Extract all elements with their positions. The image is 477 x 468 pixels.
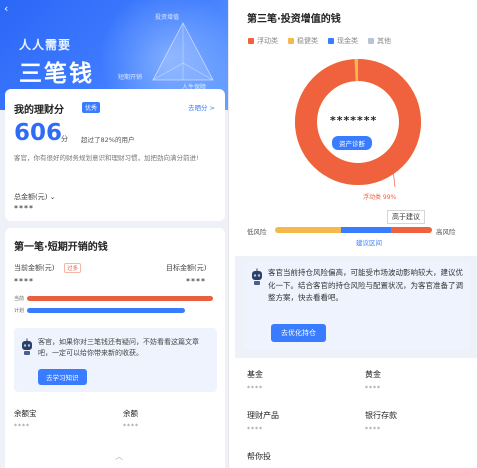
asset-legend: 浮动类 稳健类 现金类 其他 [248,36,401,46]
score-beat-text: 超过了82%的用户 [81,136,135,144]
yuebao-value: **** [14,423,30,430]
left-screen: ‹ 投资增值 短期开销 人生保障 人人需要 三笔钱 我的理财分 优秀 去晒分 >… [0,0,229,468]
legend-label: 浮动类 [257,37,278,45]
tag-short: 短期开销 [118,74,143,81]
bar-current-label: 当前 [14,296,25,302]
gold-label[interactable]: 黄金 [365,369,381,380]
risk-segment-high [391,227,432,233]
hero-line1: 人人需要 [19,38,72,52]
score-unit: 分 [61,135,68,143]
legend-item: 现金类 [328,36,358,46]
risk-segment-advised [340,227,392,233]
score-badge: 优秀 [82,102,101,113]
target-amount-value: **** [186,277,206,286]
wealth-product-label[interactable]: 理财产品 [247,410,279,421]
optimize-tip-text: 客官当前持仓风险偏高，可能受市场波动影响较大，建议优化一下。结合客官的持仓风险与… [268,268,463,302]
expand-chevron-icon[interactable]: ︿ [115,451,123,462]
gold-value: **** [365,385,381,392]
back-arrow-icon[interactable]: ‹ [4,2,8,15]
short-term-card: 第一笔·短期开销的钱 当前金额(元) 过多 目标金额(元) **** **** … [5,228,225,468]
high-risk-label: 高风险 [436,228,456,236]
total-amount-value: **** [14,204,34,213]
total-amount-toggle[interactable]: 总金额(元) ⌄ [14,192,56,202]
above-advice-label: 高于建议 [387,210,425,224]
legend-item: 稳健类 [288,36,318,46]
score-value: 606 [14,120,63,146]
right-screen: 第三笔·投资增值的钱 浮动类 稳健类 现金类 其他 ******* 资产诊断 浮… [235,0,477,468]
invest-title: 第三笔·投资增值的钱 [247,14,341,25]
plan-progress-bar [27,308,186,313]
balance-label: 余额 [123,409,138,418]
legend-label: 其他 [377,37,391,45]
legend-swatch [288,38,294,44]
optimize-holdings-button[interactable]: 去优化持仓 [271,324,326,342]
current-amount-label: 当前金额(元) [14,264,55,272]
robot-assistant-icon [252,268,262,285]
score-card: 我的理财分 优秀 去晒分 > 606 分 超过了82%的用户 客官，你有很好的财… [5,89,225,221]
tag-invest: 投资增值 [155,14,180,21]
screen: ‹ 投资增值 短期开销 人生保障 人人需要 三笔钱 我的理财分 优秀 去晒分 >… [0,0,477,468]
bank-deposit-label[interactable]: 银行存款 [365,410,397,421]
low-risk-label: 低风险 [247,228,267,236]
bank-deposit-value: **** [365,426,381,433]
target-amount-label: 目标金额(元) [166,264,207,272]
float-percent-label: 浮动类 99% [363,194,397,201]
pyramid-graphic [152,22,214,81]
score-title: 我的理财分 [14,105,64,116]
risk-scale-bar [275,227,432,233]
hero-line2: 三笔钱 [19,61,94,87]
current-progress-bar [27,296,213,301]
advice-zone-label: 建议区间 [356,239,382,247]
invest-for-you-label[interactable]: 帮你投 [247,451,271,462]
legend-swatch [368,38,374,44]
invest-card: 第三笔·投资增值的钱 浮动类 稳健类 现金类 其他 ******* 资产诊断 浮… [235,0,477,256]
optimize-tip-box: 客官当前持仓风险偏高，可能受市场波动影响较大，建议优化一下。结合客官的持仓风险与… [244,262,470,350]
current-amount-value: **** [14,277,34,286]
excess-badge: 过多 [64,263,82,273]
balance-value: **** [123,423,139,430]
risk-segment-low [275,227,341,233]
short-term-title: 第一笔·短期开销的钱 [14,242,108,253]
fund-value: **** [247,385,263,392]
learn-knowledge-button[interactable]: 去学习知识 [38,369,87,385]
fund-label[interactable]: 基金 [247,369,263,380]
legend-label: 稳健类 [297,37,318,45]
legend-label: 现金类 [337,37,358,45]
legend-swatch [328,38,334,44]
asset-diagnose-button[interactable]: 资产诊断 [332,136,372,150]
learn-tip-box: 客官，如果你对三笔钱还有疑问，不妨看看这篇文章吧，一定可以给你带来新的收获。 去… [14,328,217,392]
robot-assistant-icon [22,338,32,355]
bar-plan-label: 计划 [14,308,25,314]
masked-total-amount: ******* [330,114,378,127]
holdings-list: 基金 **** 黄金 **** 理财产品 **** 银行存款 **** 帮你投 [235,358,477,468]
learn-tip-text: 客官，如果你对三笔钱还有疑问，不妨看看这篇文章吧，一定可以给你带来新的收获。 [38,338,199,357]
yuebao-label: 余额宝 [14,409,37,418]
legend-item: 浮动类 [248,36,278,46]
legend-swatch [248,38,254,44]
wealth-product-value: **** [247,426,263,433]
share-score-link[interactable]: 去晒分 > [188,102,215,112]
score-description: 客官，你有很好的财务规划意识和理财习惯，加把劲向满分前进! [14,154,199,162]
legend-item: 其他 [368,36,391,46]
